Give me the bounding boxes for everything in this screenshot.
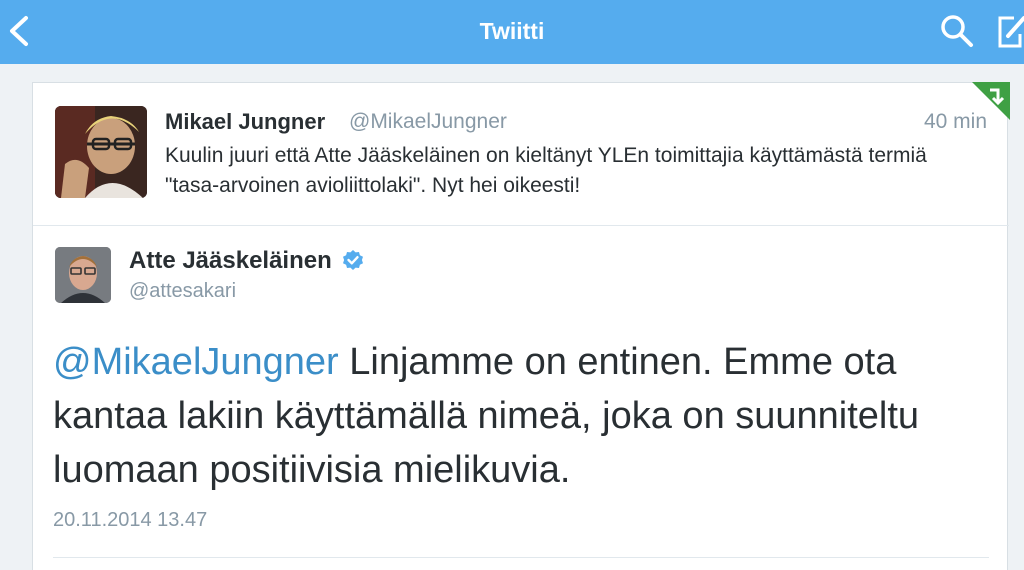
tweet-text: Kuulin juuri että Atte Jääskeläinen on k… <box>165 144 927 197</box>
top-navigation-bar: Twiitti <box>0 0 1024 64</box>
avatar-photo <box>55 247 111 303</box>
compose-icon[interactable] <box>996 12 1024 50</box>
avatar[interactable] <box>55 247 111 303</box>
avatar-photo <box>55 106 147 198</box>
divider <box>53 557 989 558</box>
tweet-detail-card: Mikael Jungner @MikaelJungner 40 min Kuu… <box>32 82 1009 570</box>
author-name[interactable]: Atte Jääskeläinen <box>129 247 332 275</box>
avatar[interactable] <box>55 106 147 198</box>
tweet-timestamp: 20.11.2014 13.47 <box>53 509 208 531</box>
mention-link[interactable]: @MikaelJungner <box>53 341 339 383</box>
reply-corner-icon <box>972 82 1010 120</box>
author-handle[interactable]: @MikaelJungner <box>349 110 507 134</box>
verified-badge-icon <box>343 250 363 270</box>
divider <box>33 225 1009 226</box>
parent-tweet[interactable]: Mikael Jungner @MikaelJungner 40 min Kuu… <box>33 83 1009 225</box>
author-name[interactable]: Mikael Jungner <box>165 109 325 135</box>
page-title: Twiitti <box>479 18 545 44</box>
search-icon[interactable] <box>938 12 976 50</box>
author-handle[interactable]: @attesakari <box>129 280 236 303</box>
tweet-text: @MikaelJungner Linjamme on entinen. Emme… <box>53 335 983 497</box>
